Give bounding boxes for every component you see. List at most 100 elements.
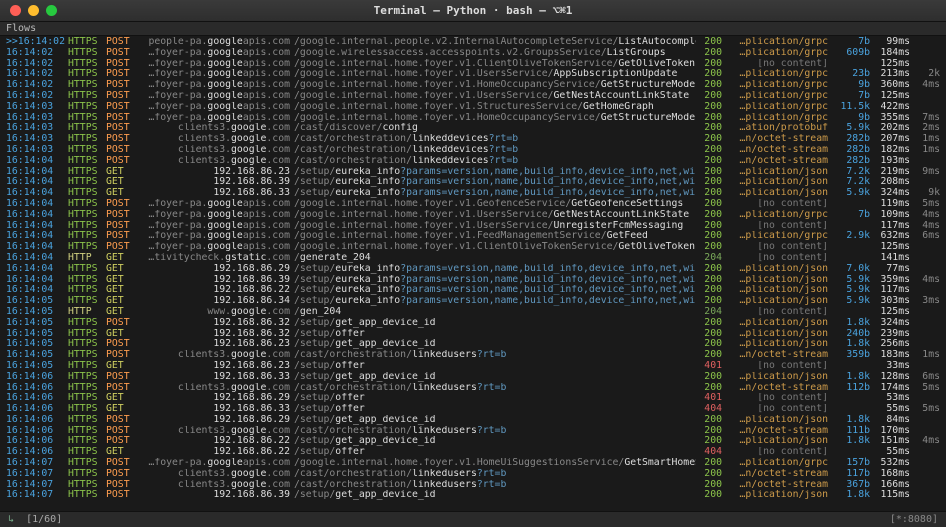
flow-row[interactable]: 16:14:07HTTPSPOSTclients3.google.com/cas… — [6, 469, 940, 480]
flow-host: 192.168.86.29 — [140, 393, 290, 404]
flow-method: POST — [106, 102, 140, 113]
flow-host: …foyer-pa.googleapis.com — [140, 102, 290, 113]
status-bar: ↳ [1/60] [*:8080] — [0, 511, 946, 527]
flow-content-type: [no content] — [722, 361, 828, 372]
flow-duration: 109ms — [870, 210, 910, 221]
flow-row[interactable]: 16:14:04HTTPSGET192.168.86.39/setup/eure… — [6, 177, 940, 188]
flow-row[interactable]: 16:14:04HTTPSGET192.168.86.22/setup/eure… — [6, 285, 940, 296]
status-position: [1/60] — [26, 514, 62, 525]
flow-row[interactable]: 16:14:04HTTPSGET192.168.86.23/setup/eure… — [6, 167, 940, 178]
flow-host: …foyer-pa.googleapis.com — [140, 210, 290, 221]
flow-duration-secondary — [910, 91, 940, 102]
flow-row[interactable]: 16:14:06HTTPSGET192.168.86.33/setup/offe… — [6, 404, 940, 415]
flow-path: /setup/eureka_info?params=version,name,b… — [290, 188, 696, 199]
flow-row[interactable]: 16:14:05HTTPSPOST192.168.86.23/setup/get… — [6, 339, 940, 350]
flow-row[interactable]: 16:14:03HTTPSPOSTclients3.google.com/cas… — [6, 123, 940, 134]
flow-duration-secondary — [910, 307, 940, 318]
flow-duration-secondary: 1ms — [910, 145, 940, 156]
flow-content-type: …n/octet-stream — [722, 480, 828, 491]
flow-row[interactable]: 16:14:07HTTPSPOST…foyer-pa.googleapis.co… — [6, 458, 940, 469]
flow-row[interactable]: 16:14:06HTTPSPOST192.168.86.33/setup/get… — [6, 372, 940, 383]
flow-row[interactable]: 16:14:06HTTPSPOSTclients3.google.com/cas… — [6, 426, 940, 437]
flow-path: /setup/offer — [290, 361, 696, 372]
flow-host: …foyer-pa.googleapis.com — [140, 69, 290, 80]
flow-path: /cast/orchestration/linkedusers?rt=b — [290, 383, 696, 394]
flow-protocol: HTTPS — [68, 156, 106, 167]
close-button[interactable] — [10, 5, 21, 16]
flow-host: 192.168.86.33 — [140, 404, 290, 415]
flow-row[interactable]: 16:14:04HTTPSPOST…foyer-pa.googleapis.co… — [6, 231, 940, 242]
flow-duration: 422ms — [870, 102, 910, 113]
flow-content-type: …plication/json — [722, 436, 828, 447]
flow-row[interactable]: 16:14:06HTTPSGET192.168.86.22/setup/offe… — [6, 447, 940, 458]
flow-row[interactable]: 16:14:07HTTPSPOST192.168.86.39/setup/get… — [6, 490, 940, 501]
flow-content-type: …plication/grpc — [722, 80, 828, 91]
flow-row[interactable]: 16:14:05HTTPGETwww.google.com/gen_204204… — [6, 307, 940, 318]
flow-row[interactable]: 16:14:04HTTPSGET192.168.86.33/setup/eure… — [6, 188, 940, 199]
flow-duration-secondary — [910, 156, 940, 167]
flow-host: 192.168.86.23 — [140, 339, 290, 350]
flow-path: /setup/offer — [290, 393, 696, 404]
flow-row[interactable]: 16:14:05HTTPSPOST192.168.86.32/setup/get… — [6, 318, 940, 329]
flow-row[interactable]: 16:14:05HTTPSPOSTclients3.google.com/cas… — [6, 350, 940, 361]
minimize-button[interactable] — [28, 5, 39, 16]
flow-content-type: …n/octet-stream — [722, 350, 828, 361]
flow-path: /google.internal.home.foyer.v1.HomeUiSug… — [290, 458, 696, 469]
flow-size: 609b — [828, 48, 870, 59]
flow-row[interactable]: 16:14:05HTTPSGET192.168.86.34/setup/eure… — [6, 296, 940, 307]
flow-path: /google.internal.people.v2.InternalAutoc… — [290, 37, 696, 48]
flow-row[interactable]: 16:14:06HTTPSPOST192.168.86.22/setup/get… — [6, 436, 940, 447]
flow-row[interactable]: 16:14:04HTTPSGET192.168.86.39/setup/eure… — [6, 275, 940, 286]
flow-path: /setup/eureka_info?params=version,name,b… — [290, 296, 696, 307]
flow-path: /setup/offer — [290, 329, 696, 340]
flow-protocol: HTTPS — [68, 372, 106, 383]
flow-row[interactable]: 16:14:06HTTPSGET192.168.86.29/setup/offe… — [6, 393, 940, 404]
status-arrow-icon: ↳ — [8, 514, 14, 525]
flow-row[interactable]: 16:14:07HTTPSPOSTclients3.google.com/cas… — [6, 480, 940, 491]
flow-size: 1.8k — [828, 436, 870, 447]
flow-row[interactable]: 16:14:04HTTPSPOSTclients3.google.com/cas… — [6, 156, 940, 167]
flow-host: 192.168.86.39 — [140, 177, 290, 188]
flow-path: /setup/eureka_info?params=version,name,b… — [290, 264, 696, 275]
flow-host: …foyer-pa.googleapis.com — [140, 458, 290, 469]
flow-row[interactable]: 16:14:03HTTPSPOST…foyer-pa.googleapis.co… — [6, 113, 940, 124]
flow-row[interactable]: 16:14:03HTTPSPOSTclients3.google.com/cas… — [6, 145, 940, 156]
flow-host: 192.168.86.33 — [140, 372, 290, 383]
flow-size: 11.5k — [828, 102, 870, 113]
flow-row[interactable]: 16:14:04HTTPSPOST…foyer-pa.googleapis.co… — [6, 210, 940, 221]
maximize-button[interactable] — [46, 5, 57, 16]
flow-row[interactable]: 16:14:06HTTPSPOSTclients3.google.com/cas… — [6, 383, 940, 394]
flow-path: /setup/get_app_device_id — [290, 436, 696, 447]
flow-status: 200 — [696, 156, 722, 167]
flow-row[interactable]: 16:14:02HTTPSPOST…foyer-pa.googleapis.co… — [6, 80, 940, 91]
flow-host: …foyer-pa.googleapis.com — [140, 242, 290, 253]
flow-row[interactable]: 16:14:02HTTPSPOST…foyer-pa.googleapis.co… — [6, 48, 940, 59]
flow-list[interactable]: 16:14:02HTTPSPOSTpeople-pa.googleapis.co… — [0, 36, 946, 511]
flow-row[interactable]: 16:14:03HTTPSPOST…foyer-pa.googleapis.co… — [6, 102, 940, 113]
flow-row[interactable]: 16:14:02HTTPSPOST…foyer-pa.googleapis.co… — [6, 69, 940, 80]
flow-protocol: HTTPS — [68, 490, 106, 501]
flow-content-type: …n/octet-stream — [722, 134, 828, 145]
flow-path: /cast/discover/config — [290, 123, 696, 134]
flow-method: GET — [106, 264, 140, 275]
flow-row[interactable]: 16:14:02HTTPSPOST…foyer-pa.googleapis.co… — [6, 91, 940, 102]
flow-row[interactable]: 16:14:05HTTPSGET192.168.86.32/setup/offe… — [6, 329, 940, 340]
flow-path: /setup/eureka_info?params=version,name,b… — [290, 275, 696, 286]
flow-host: clients3.google.com — [140, 145, 290, 156]
flow-row[interactable]: 16:14:03HTTPSPOSTclients3.google.com/cas… — [6, 134, 940, 145]
flow-duration-secondary: 9ms — [910, 167, 940, 178]
flow-row[interactable]: 16:14:04HTTPGET…tivitycheck.gstatic.com/… — [6, 253, 940, 264]
flow-row[interactable]: 16:14:02HTTPSPOST…foyer-pa.googleapis.co… — [6, 59, 940, 70]
flow-row[interactable]: 16:14:02HTTPSPOSTpeople-pa.googleapis.co… — [6, 37, 940, 48]
flow-row[interactable]: 16:14:04HTTPSPOST…foyer-pa.googleapis.co… — [6, 221, 940, 232]
flow-content-type: …plication/json — [722, 339, 828, 350]
flow-duration: 128ms — [870, 372, 910, 383]
flow-row[interactable]: 16:14:06HTTPSPOST192.168.86.29/setup/get… — [6, 415, 940, 426]
flow-row[interactable]: 16:14:04HTTPSPOST…foyer-pa.googleapis.co… — [6, 242, 940, 253]
flow-row[interactable]: 16:14:05HTTPSGET192.168.86.23/setup/offe… — [6, 361, 940, 372]
flow-path: /cast/orchestration/linkedusers?rt=b — [290, 469, 696, 480]
flow-duration: 324ms — [870, 318, 910, 329]
flow-host: 192.168.86.23 — [140, 167, 290, 178]
flow-row[interactable]: 16:14:04HTTPSGET192.168.86.29/setup/eure… — [6, 264, 940, 275]
flow-row[interactable]: 16:14:04HTTPSPOST…foyer-pa.googleapis.co… — [6, 199, 940, 210]
